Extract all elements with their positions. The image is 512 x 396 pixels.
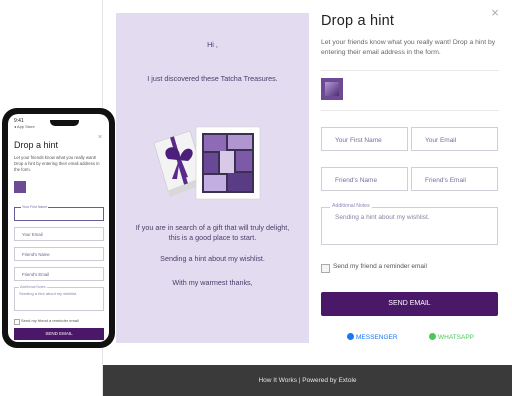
notes-placeholder: Sending a hint about my wishlist. (19, 291, 78, 296)
friends-email-field[interactable]: Friend's Email (411, 167, 498, 191)
phone-screen: 9:41 ◂ App Store × Drop a hint Let your … (8, 114, 109, 342)
messenger-icon (347, 333, 354, 340)
email-preview-panel: Hi , I just discovered these Tatcha Trea… (116, 13, 309, 343)
phone-reminder-label: Send my friend a reminder email (21, 318, 79, 323)
modal-footer[interactable]: How It Works | Powered by Extole (103, 365, 512, 396)
desktop-modal: Hi , I just discovered these Tatcha Trea… (103, 0, 512, 396)
preview-line-discovered: I just discovered these Tatcha Treasures… (147, 74, 278, 83)
phone-reminder-checkbox[interactable] (14, 319, 20, 325)
preview-line-delight: If you are in search of a gift that will… (135, 223, 290, 232)
product-thumbnail (321, 78, 343, 100)
preview-line-start: this is a good place to start. (168, 233, 257, 242)
phone-notes-field[interactable]: Additional Notes Sending a hint about my… (14, 285, 104, 311)
messenger-share-link[interactable]: MESSENGER (347, 333, 398, 341)
preview-line-wishlist: Sending a hint about my wishlist. (160, 254, 265, 263)
phone-title: Drop a hint (14, 140, 59, 150)
whatsapp-label: WHATSAPP (438, 334, 474, 341)
first-name-label: Your First Name (21, 205, 49, 209)
close-icon[interactable]: × (98, 134, 102, 141)
phone-your-email-field[interactable]: Your Email (14, 227, 104, 241)
phone-first-name-field[interactable]: Your First Name (14, 205, 104, 221)
divider (321, 70, 499, 71)
notes-label: Additional Notes (19, 285, 47, 289)
phone-friends-email-field[interactable]: Friend's Email (14, 267, 104, 281)
divider (321, 110, 499, 111)
phone-mockup: 9:41 ◂ App Store × Drop a hint Let your … (2, 108, 115, 348)
preview-greeting: Hi , (207, 40, 218, 49)
messenger-label: MESSENGER (356, 334, 398, 341)
notes-label: Additional Notes (330, 203, 372, 209)
first-name-field[interactable]: Your First Name (321, 127, 408, 151)
additional-notes-field[interactable]: Additional Notes Sending a hint about my… (321, 203, 498, 245)
your-email-field[interactable]: Your Email (411, 127, 498, 151)
send-email-button[interactable]: SEND EMAIL (321, 292, 498, 316)
phone-send-email-button[interactable]: SEND EMAIL (14, 328, 104, 340)
reminder-label: Send my friend a reminder email (333, 263, 427, 270)
phone-subtitle: Let your friends know what you really wa… (14, 155, 100, 172)
whatsapp-share-link[interactable]: WHATSAPP (429, 333, 474, 341)
phone-notch (50, 120, 79, 126)
modal-title: Drop a hint (321, 13, 395, 29)
notes-placeholder: Sending a hint about my wishlist. (335, 214, 430, 221)
whatsapp-icon (429, 333, 436, 340)
friends-name-field[interactable]: Friend's Name (321, 167, 408, 191)
reminder-checkbox[interactable] (321, 264, 330, 273)
product-thumbnail (14, 181, 26, 193)
preview-signoff: With my warmest thanks, (172, 278, 253, 287)
phone-friends-name-field[interactable]: Friend's Name (14, 247, 104, 261)
modal-subtitle: Let your friends know what you really wa… (321, 39, 496, 56)
close-icon[interactable]: × (489, 6, 501, 19)
gift-box-image (153, 126, 261, 200)
back-to-app-store[interactable]: ◂ App Store (14, 124, 35, 129)
